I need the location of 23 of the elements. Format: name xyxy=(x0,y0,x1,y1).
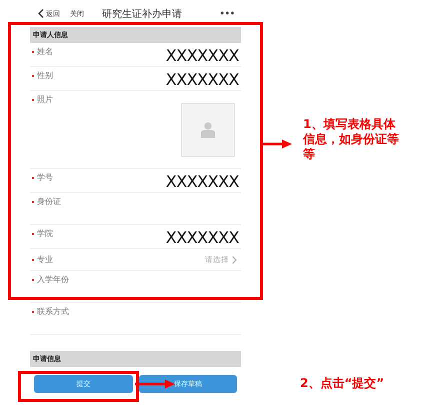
field-label: 照片 xyxy=(37,94,53,105)
arrow-icon xyxy=(135,379,175,389)
chevron-right-icon xyxy=(232,256,237,264)
annotation-text: 2、点击“提交” xyxy=(300,376,384,391)
field-label: 入学年份 xyxy=(37,274,69,285)
field-label: 学号 xyxy=(37,172,53,183)
chevron-left-icon xyxy=(38,9,44,18)
annotation-text: 1、填写表格具体信息，如身份证等等 xyxy=(303,117,399,162)
field-value[interactable]: XXXXXXX xyxy=(166,229,241,247)
field-value[interactable]: XXXXXXX xyxy=(166,47,241,65)
photo-upload[interactable] xyxy=(181,103,235,157)
field-value[interactable]: XXXXXXX xyxy=(166,173,241,191)
field-label: 性别 xyxy=(37,70,53,81)
page-title: 研究生证补办申请 xyxy=(102,8,182,20)
field-label: 学院 xyxy=(37,228,53,239)
field-label: 姓名 xyxy=(37,46,53,57)
field-value[interactable]: XXXXXXX xyxy=(166,71,241,89)
person-icon xyxy=(201,122,215,138)
arrow-icon xyxy=(262,139,292,149)
field-label: 联系方式 xyxy=(37,306,69,317)
field-label: 专业 xyxy=(37,254,53,265)
field-label: 身份证 xyxy=(37,196,61,207)
more-button[interactable]: ••• xyxy=(220,9,235,18)
